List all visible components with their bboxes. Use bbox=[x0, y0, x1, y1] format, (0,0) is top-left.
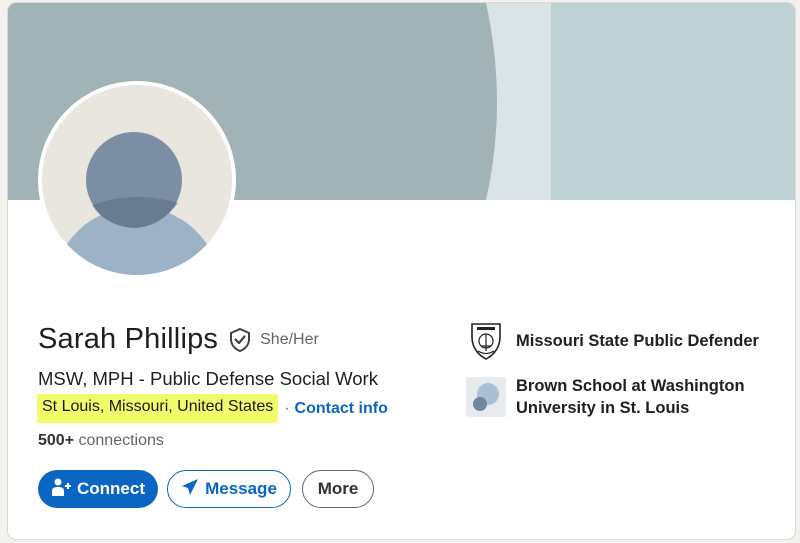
org-name-school: Brown School at Washington University in… bbox=[516, 377, 745, 417]
location-row: St Louis, Missouri, United States · Cont… bbox=[37, 394, 388, 423]
profile-headline: MSW, MPH - Public Defense Social Work bbox=[38, 368, 378, 389]
school-logo-icon bbox=[466, 377, 506, 417]
org-item-school[interactable]: Brown School at Washington University in… bbox=[466, 375, 776, 419]
connect-button[interactable]: Connect bbox=[38, 470, 158, 508]
state-seal-icon bbox=[466, 321, 506, 361]
verified-shield-icon[interactable] bbox=[228, 327, 252, 353]
message-button[interactable]: Message bbox=[167, 470, 291, 508]
org-item-employer[interactable]: Missouri State Public Defender bbox=[466, 321, 776, 361]
separator-dot: · bbox=[284, 399, 290, 417]
profile-card: Sarah Phillips She/Her MSW, MPH - Public… bbox=[8, 3, 795, 539]
connect-label: Connect bbox=[77, 479, 145, 498]
connections-number: 500+ bbox=[38, 432, 75, 449]
add-person-icon bbox=[51, 477, 71, 502]
name-row: Sarah Phillips She/Her bbox=[38, 323, 319, 356]
profile-name: Sarah Phillips bbox=[38, 323, 219, 355]
connections-count[interactable]: 500+ connections bbox=[38, 432, 164, 450]
pronouns: She/Her bbox=[260, 330, 319, 348]
more-button[interactable]: More bbox=[302, 470, 374, 508]
avatar-placeholder-icon bbox=[42, 85, 232, 275]
more-label: More bbox=[317, 479, 359, 498]
connections-label: connections bbox=[78, 432, 164, 449]
org-name-employer: Missouri State Public Defender bbox=[516, 332, 759, 350]
send-icon bbox=[181, 478, 199, 501]
location-text: St Louis, Missouri, United States bbox=[37, 394, 279, 423]
contact-info-link[interactable]: Contact info bbox=[295, 400, 388, 418]
message-label: Message bbox=[205, 479, 277, 498]
profile-photo[interactable] bbox=[38, 81, 236, 279]
